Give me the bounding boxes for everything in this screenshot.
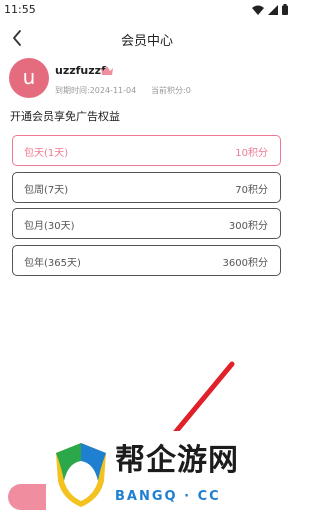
plan-name: 包年(365天) xyxy=(24,258,81,269)
plan-option-day[interactable]: 包天(1天) 10积分 xyxy=(12,135,281,166)
wifi-icon xyxy=(252,5,264,15)
plan-option-week[interactable]: 包周(7天) 70积分 xyxy=(12,172,281,203)
plan-name: 包月(30天) xyxy=(24,221,75,232)
watermark: 帮企游网 BANGQ · CC xyxy=(46,431,294,522)
page-title: 会员中心 xyxy=(120,34,173,49)
plan-name: 包周(7天) xyxy=(24,185,69,196)
plan-price: 10积分 xyxy=(235,148,268,159)
status-time: 11:55 xyxy=(4,3,36,16)
expiry-date: 到期时间:2024-11-04 xyxy=(55,86,137,95)
watermark-subtitle: BANGQ · CC xyxy=(115,489,221,504)
status-icons xyxy=(252,4,288,15)
watermark-sub-right: CC xyxy=(197,489,221,504)
plan-price: 300积分 xyxy=(228,221,268,232)
plan-option-year[interactable]: 包年(365天) 3600积分 xyxy=(12,245,281,276)
battery-icon xyxy=(282,4,288,15)
profile-card: u uzzfuzzf 到期时间:2024-11-04 当前积分:0 xyxy=(0,58,294,100)
shield-logo-icon xyxy=(56,443,106,507)
username: uzzfuzzf xyxy=(55,64,106,77)
plan-name: 包天(1天) xyxy=(24,148,69,159)
avatar[interactable]: u xyxy=(9,58,49,98)
plan-price: 70积分 xyxy=(235,185,268,196)
nav-bar: 会员中心 xyxy=(0,24,294,54)
watermark-title: 帮企游网 xyxy=(115,443,239,478)
signal-icon xyxy=(268,4,278,15)
watermark-dot: · xyxy=(184,489,198,504)
plan-price: 3600积分 xyxy=(222,258,268,269)
current-points: 当前积分:0 xyxy=(151,86,191,95)
crown-icon xyxy=(101,66,113,75)
plan-option-month[interactable]: 包月(30天) 300积分 xyxy=(12,208,281,239)
status-bar: 11:55 xyxy=(0,0,294,20)
section-title: 开通会员享免广告权益 xyxy=(10,110,120,123)
watermark-sub-left: BANGQ xyxy=(115,489,178,504)
